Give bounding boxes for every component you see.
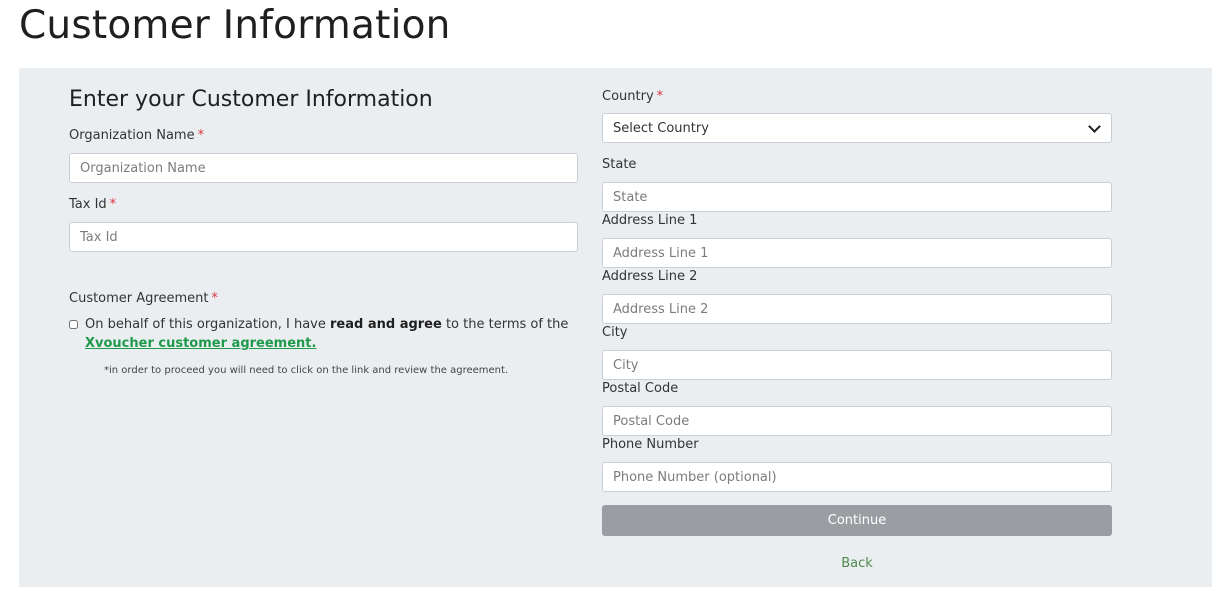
country-select[interactable]: Select Country: [602, 113, 1112, 143]
tax-id-input[interactable]: [69, 222, 578, 252]
required-marker: *: [197, 128, 205, 143]
organization-name-input[interactable]: [69, 153, 578, 183]
customer-info-form: Enter your Customer Information Organiza…: [19, 68, 1212, 587]
chevron-down-icon: [1088, 119, 1101, 133]
agreement-text: On behalf of this organization, I have r…: [85, 315, 575, 353]
agreement-hint: *in order to proceed you will need to cl…: [104, 365, 509, 376]
agreement-text-before: On behalf of this organization, I have: [85, 317, 330, 332]
organization-name-label: Organization Name *: [69, 128, 204, 143]
phone-number-input[interactable]: [602, 462, 1112, 492]
phone-number-label: Phone Number: [602, 437, 699, 452]
agreement-text-bold: read and agree: [330, 317, 442, 332]
agreement-text-after: to the terms of the: [441, 317, 569, 332]
postal-code-label-text: Postal Code: [602, 381, 679, 396]
customer-agreement-link[interactable]: Xvoucher customer agreement.: [85, 336, 316, 351]
tax-id-label-text: Tax Id: [69, 197, 107, 212]
organization-name-label-text: Organization Name: [69, 128, 195, 143]
state-input[interactable]: [602, 182, 1112, 212]
continue-button[interactable]: Continue: [602, 505, 1112, 536]
postal-code-label: Postal Code: [602, 381, 678, 396]
customer-agreement-label: Customer Agreement *: [69, 291, 218, 306]
state-label: State: [602, 157, 636, 172]
country-select-value: Select Country: [613, 120, 709, 136]
city-label: City: [602, 325, 627, 340]
city-input[interactable]: [602, 350, 1112, 380]
address-line-2-label: Address Line 2: [602, 269, 697, 284]
address-line-1-label: Address Line 1: [602, 213, 697, 228]
address-line-1-input[interactable]: [602, 238, 1112, 268]
address-line-1-label-text: Address Line 1: [602, 213, 698, 228]
country-label-text: Country: [602, 89, 654, 104]
phone-number-label-text: Phone Number: [602, 437, 699, 452]
required-marker: *: [656, 89, 664, 104]
page-title: Customer Information: [19, 3, 451, 48]
postal-code-input[interactable]: [602, 406, 1112, 436]
agreement-checkbox[interactable]: [69, 320, 78, 329]
city-label-text: City: [602, 325, 628, 340]
address-line-2-input[interactable]: [602, 294, 1112, 324]
state-label-text: State: [602, 157, 637, 172]
country-label: Country *: [602, 89, 663, 104]
customer-agreement-label-text: Customer Agreement: [69, 291, 209, 306]
back-link[interactable]: Back: [602, 556, 1112, 571]
required-marker: *: [211, 291, 218, 306]
section-title: Enter your Customer Information: [69, 87, 433, 112]
tax-id-label: Tax Id *: [69, 197, 116, 212]
address-line-2-label-text: Address Line 2: [602, 269, 698, 284]
required-marker: *: [109, 197, 117, 212]
